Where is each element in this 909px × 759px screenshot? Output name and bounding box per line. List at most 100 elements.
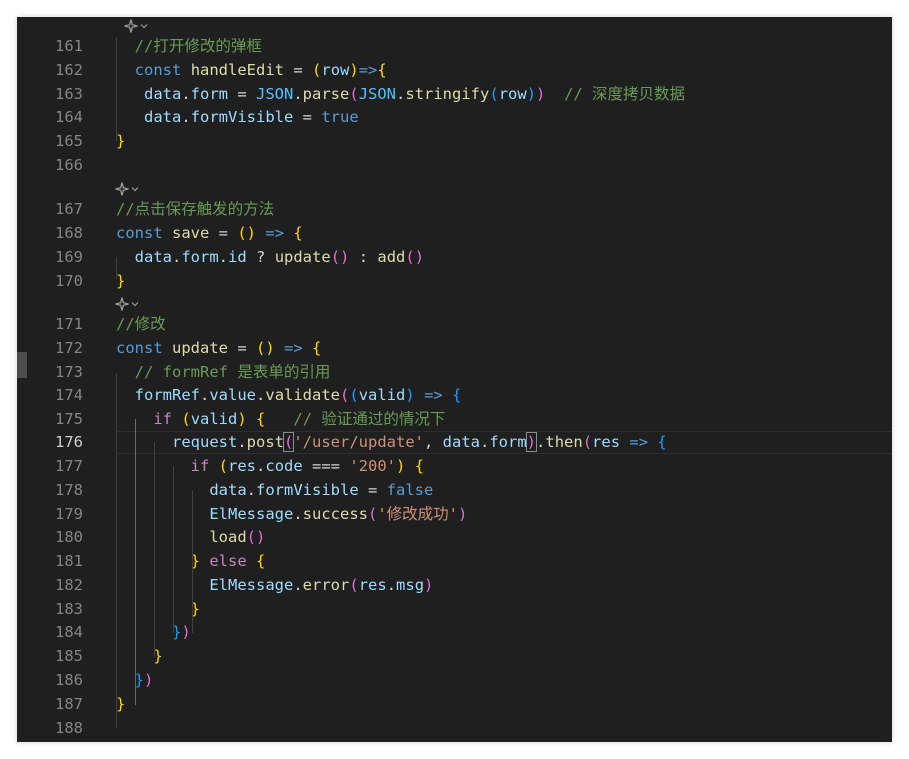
code-line[interactable]: 179 ElMessage.success('修改成功') <box>17 503 892 526</box>
code-token: formVisible <box>190 108 294 126</box>
code-line[interactable]: 168 const save = () => { <box>17 222 892 245</box>
code-token: update <box>274 248 331 266</box>
line-number: 164 <box>55 108 83 126</box>
code-token: => <box>424 386 443 404</box>
code-token: form <box>489 433 527 451</box>
code-text: //打开修改的弹框 <box>116 35 262 58</box>
code-line[interactable]: 175 if (valid) { // 验证通过的情况下 <box>17 408 892 431</box>
line-number: 173 <box>55 363 83 381</box>
code-token: ( <box>218 457 229 475</box>
code-text: if (valid) { // 验证通过的情况下 <box>116 408 445 431</box>
code-line[interactable]: 161 //打开修改的弹框 <box>17 35 892 58</box>
code-token: { <box>293 224 303 242</box>
code-token: ) <box>405 386 415 404</box>
codelens-sparkle-icon[interactable] <box>114 180 140 198</box>
code-token: } <box>116 132 126 150</box>
code-line[interactable]: 174 formRef.value.validate((valid) => { <box>17 384 892 407</box>
code-line[interactable]: 188 <box>17 717 892 740</box>
line-number: 184 <box>55 623 83 641</box>
code-token: ( <box>349 576 359 594</box>
code-token: JSON <box>358 85 397 103</box>
code-text: } <box>116 693 125 716</box>
indent-guide <box>192 490 193 633</box>
code-token: . <box>237 433 247 451</box>
line-number: 179 <box>55 505 83 523</box>
code-text: const handleEdit = (row)=>{ <box>116 59 387 82</box>
code-token: // 验证通过的情况下 <box>293 410 446 428</box>
code-text: data.formVisible = false <box>116 479 433 502</box>
codelens-sparkle-icon[interactable] <box>114 295 140 313</box>
code-line[interactable]: 171 //修改 <box>17 313 892 336</box>
code-token: const <box>116 224 163 242</box>
code-text: } <box>116 270 125 293</box>
code-line[interactable]: 162 const handleEdit = (row)=>{ <box>17 59 892 82</box>
code-text: ElMessage.success('修改成功') <box>116 503 467 526</box>
code-token: parse <box>302 85 350 103</box>
code-token: ( <box>349 386 359 404</box>
code-token: . <box>480 433 490 451</box>
code-token: = <box>293 108 322 126</box>
code-line[interactable]: 180 load() <box>17 526 892 549</box>
code-line[interactable]: 177 if (res.code === '200') { <box>17 455 892 478</box>
code-token: () <box>330 248 350 266</box>
code-token: res <box>592 433 621 451</box>
code-line[interactable]: 176 request.post('/user/update', data.fo… <box>17 431 892 454</box>
code-text: ElMessage.error(res.msg) <box>116 574 433 597</box>
code-text: } <box>116 645 162 668</box>
code-line[interactable]: 170} <box>17 270 892 293</box>
code-token: res <box>228 457 257 475</box>
line-number: 182 <box>55 576 83 594</box>
code-line[interactable]: 182 ElMessage.error(res.msg) <box>17 574 892 597</box>
code-line[interactable]: 181 } else { <box>17 550 892 573</box>
code-line[interactable]: 183 } <box>17 598 892 621</box>
code-token: . <box>218 248 229 266</box>
code-line[interactable]: 173 // formRef 是表单的引用 <box>17 361 892 384</box>
code-line[interactable]: 164 data.formVisible = true <box>17 106 892 129</box>
code-token: { <box>414 457 425 475</box>
code-line[interactable]: 186 }) <box>17 669 892 692</box>
code-token: = <box>228 339 257 357</box>
code-line[interactable]: 169 data.form.id ? update() : add() <box>17 246 892 269</box>
code-line[interactable]: 187} <box>17 693 892 716</box>
code-token: //打开修改的弹框 <box>134 37 262 55</box>
code-line[interactable]: 184 }) <box>17 621 892 644</box>
code-token: ) <box>144 671 154 689</box>
code-token: false <box>386 481 434 499</box>
code-text: const update = () => { <box>116 337 321 360</box>
code-token: validate <box>265 386 341 404</box>
code-token: id <box>228 248 247 266</box>
code-line[interactable]: 163 data.form = JSON.parse(JSON.stringif… <box>17 83 892 106</box>
line-number: 175 <box>55 410 83 428</box>
code-editor[interactable]: 161 //打开修改的弹框 162 const handleEdit = (row… <box>17 17 892 742</box>
code-line[interactable]: 185 } <box>17 645 892 668</box>
line-number: 178 <box>55 481 83 499</box>
code-token: . <box>536 433 546 451</box>
code-token: } <box>116 695 126 713</box>
code-line[interactable]: 167 //点击保存触发的方法 <box>17 198 892 221</box>
line-number: 188 <box>55 719 83 737</box>
code-line[interactable]: 166 <box>17 154 892 177</box>
codelens-sparkle-icon[interactable] <box>123 17 149 35</box>
code-token: value <box>209 386 257 404</box>
code-text: } <box>116 598 200 621</box>
code-token: true <box>321 108 359 126</box>
code-token: = <box>284 61 313 79</box>
code-line[interactable]: 165} <box>17 130 892 153</box>
line-number: 168 <box>55 224 83 242</box>
code-line[interactable]: 178 data.formVisible = false <box>17 479 892 502</box>
code-token: ) <box>181 623 191 641</box>
code-token: //修改 <box>116 315 166 333</box>
code-line[interactable]: 172 const update = () => { <box>17 337 892 360</box>
